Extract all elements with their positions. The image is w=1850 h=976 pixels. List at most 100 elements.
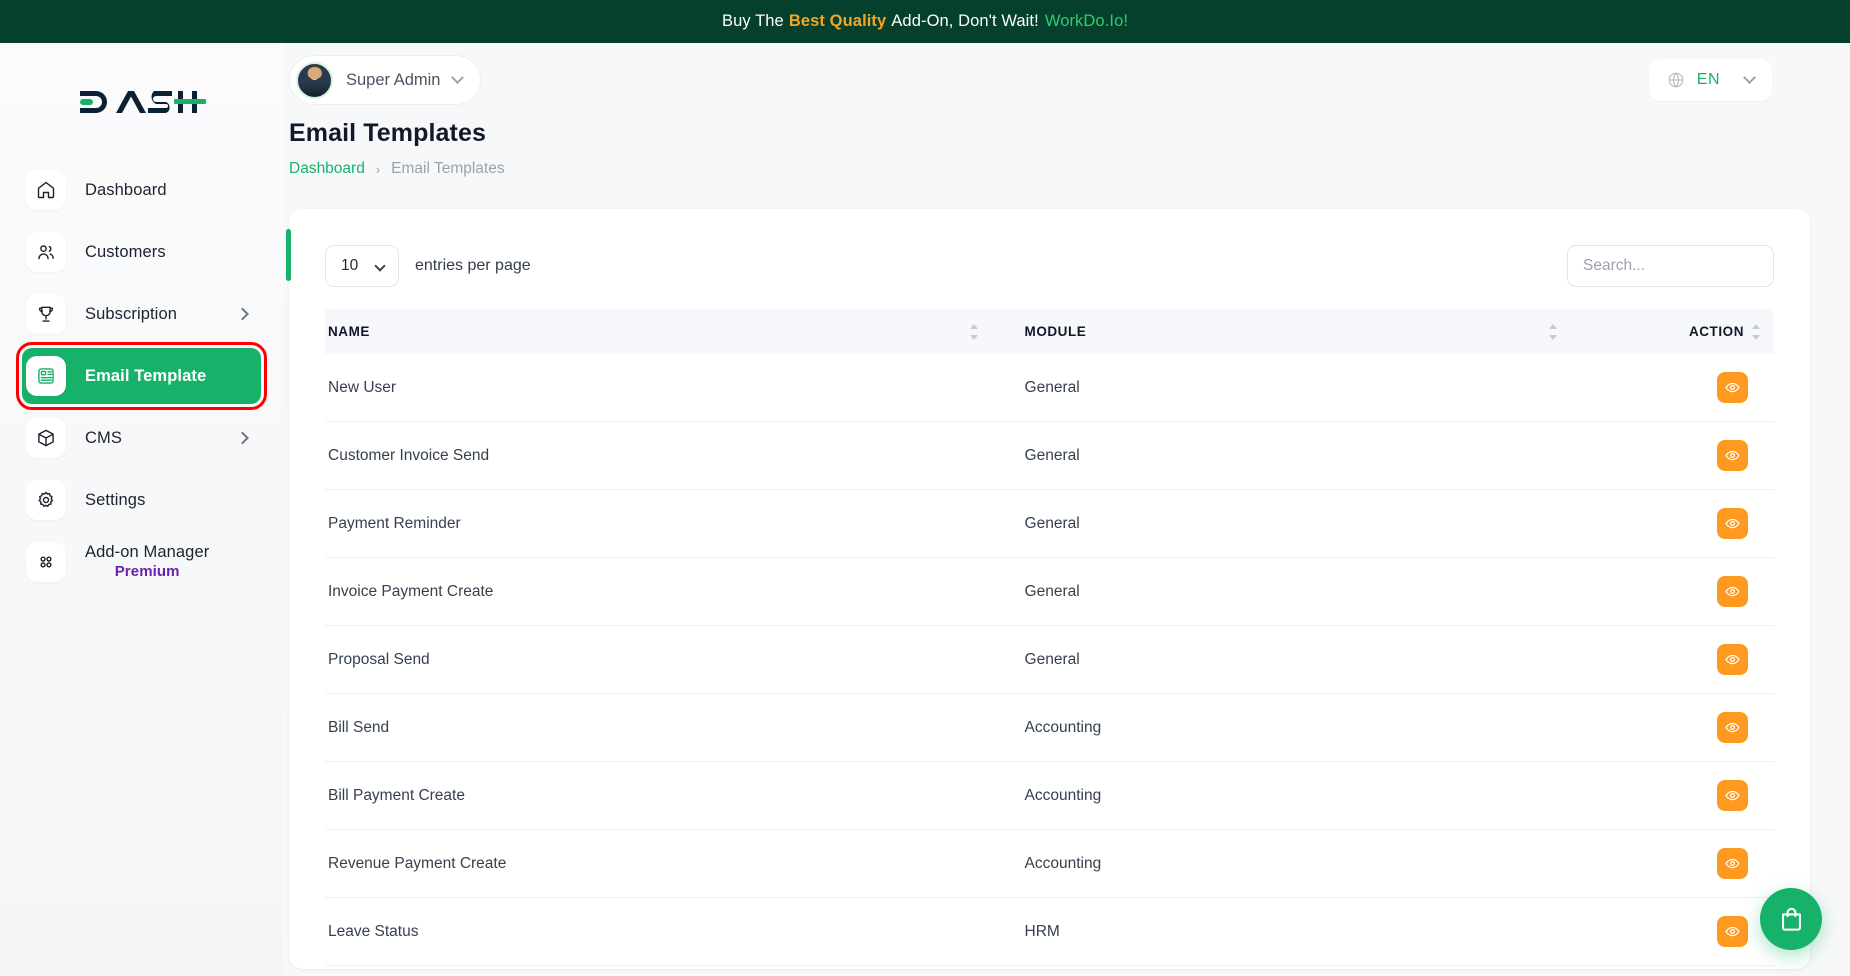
promo-prefix: Buy The bbox=[722, 12, 784, 31]
cell-name: Bill Send bbox=[325, 694, 992, 762]
table-row[interactable]: Leave Status HRM bbox=[325, 898, 1774, 966]
page-header: Email Templates Dashboard › Email Templa… bbox=[283, 117, 1810, 178]
table-row[interactable]: Proposal Send General bbox=[325, 626, 1774, 694]
chevron-down-icon bbox=[1743, 71, 1756, 84]
sidebar-item-email-template[interactable]: Email Template bbox=[22, 348, 261, 404]
sidebar-item-title: Add-on Manager bbox=[85, 543, 209, 561]
chevron-down-icon bbox=[374, 260, 385, 271]
eye-icon bbox=[1725, 448, 1740, 463]
chevron-right-icon bbox=[236, 308, 249, 321]
sidebar-item-settings[interactable]: Settings bbox=[22, 472, 261, 528]
view-button[interactable] bbox=[1717, 508, 1748, 539]
sort-icon[interactable] bbox=[970, 323, 980, 341]
grid-icon bbox=[26, 542, 66, 582]
sidebar-item-subscription[interactable]: Subscription bbox=[22, 286, 261, 342]
breadcrumb-current: Email Templates bbox=[391, 160, 504, 178]
cell-module: General bbox=[992, 354, 1572, 422]
eye-icon bbox=[1725, 924, 1740, 939]
shopping-bag-icon bbox=[1778, 906, 1805, 933]
promo-banner: Buy The Best Quality Add-On, Don't Wait!… bbox=[0, 0, 1850, 43]
eye-icon bbox=[1725, 856, 1740, 871]
entries-per-page-select[interactable]: 10 bbox=[325, 245, 399, 287]
column-header-module-label: MODULE bbox=[1025, 324, 1087, 339]
view-button[interactable] bbox=[1717, 712, 1748, 743]
cell-module: General bbox=[992, 490, 1572, 558]
cell-module: General bbox=[992, 422, 1572, 490]
cell-module: HRM bbox=[992, 966, 1572, 970]
column-header-name[interactable]: NAME bbox=[325, 309, 992, 354]
entries-per-page-label: entries per page bbox=[415, 257, 531, 275]
cell-name: Proposal Send bbox=[325, 626, 992, 694]
table-row[interactable]: New User General bbox=[325, 354, 1774, 422]
sidebar-item-customers[interactable]: Customers bbox=[22, 224, 261, 280]
avatar bbox=[296, 62, 333, 99]
cell-name: New Award bbox=[325, 966, 992, 970]
profile-menu[interactable]: Super Admin bbox=[289, 55, 481, 105]
view-button[interactable] bbox=[1717, 440, 1748, 471]
card-accent-bar bbox=[286, 229, 291, 281]
cell-module: Accounting bbox=[992, 762, 1572, 830]
eye-icon bbox=[1725, 652, 1740, 667]
view-button[interactable] bbox=[1717, 644, 1748, 675]
sidebar-item-cms[interactable]: CMS bbox=[22, 410, 261, 466]
cell-module: General bbox=[992, 558, 1572, 626]
sidebar-item-dashboard[interactable]: Dashboard bbox=[22, 162, 261, 218]
entries-group: 10 entries per page bbox=[325, 245, 531, 287]
view-button[interactable] bbox=[1717, 372, 1748, 403]
chevron-right-icon bbox=[236, 432, 249, 445]
cell-name: Revenue Payment Create bbox=[325, 830, 992, 898]
sidebar-item-label: Email Template bbox=[85, 367, 206, 386]
gear-icon bbox=[26, 480, 66, 520]
cell-name: New User bbox=[325, 354, 992, 422]
cell-module: Accounting bbox=[992, 830, 1572, 898]
eye-icon bbox=[1725, 788, 1740, 803]
cell-action bbox=[1571, 422, 1774, 490]
breadcrumb-dashboard[interactable]: Dashboard bbox=[289, 160, 365, 178]
table-row[interactable]: New Award HRM bbox=[325, 966, 1774, 970]
table-card-wrapper: 10 entries per page NAME bbox=[289, 209, 1810, 969]
cell-action bbox=[1571, 558, 1774, 626]
cell-action bbox=[1571, 490, 1774, 558]
cell-name: Customer Invoice Send bbox=[325, 422, 992, 490]
promo-highlight: Best Quality bbox=[789, 12, 886, 31]
cell-action bbox=[1571, 354, 1774, 422]
view-button[interactable] bbox=[1717, 780, 1748, 811]
view-button[interactable] bbox=[1717, 916, 1748, 947]
column-header-module[interactable]: MODULE bbox=[992, 309, 1572, 354]
table-row[interactable]: Bill Send Accounting bbox=[325, 694, 1774, 762]
cell-name: Bill Payment Create bbox=[325, 762, 992, 830]
sort-icon[interactable] bbox=[1549, 323, 1559, 341]
breadcrumb: Dashboard › Email Templates bbox=[289, 160, 1810, 178]
topbar: Super Admin EN bbox=[283, 43, 1810, 117]
table-row[interactable]: Customer Invoice Send General bbox=[325, 422, 1774, 490]
table-row[interactable]: Payment Reminder General bbox=[325, 490, 1774, 558]
profile-name: Super Admin bbox=[346, 71, 440, 90]
sidebar: Dashboard Customers bbox=[0, 43, 283, 976]
logo[interactable] bbox=[0, 67, 283, 137]
trophy-icon bbox=[26, 294, 66, 334]
language-selector[interactable]: EN bbox=[1649, 59, 1772, 101]
table-row[interactable]: Revenue Payment Create Accounting bbox=[325, 830, 1774, 898]
sidebar-item-label: Dashboard bbox=[85, 181, 167, 200]
box-icon bbox=[26, 418, 66, 458]
email-templates-table: NAME MODULE ACTION bbox=[325, 309, 1774, 969]
template-icon bbox=[26, 356, 66, 396]
table-head: NAME MODULE ACTION bbox=[325, 309, 1774, 354]
sidebar-item-addon-manager[interactable]: Add-on Manager Premium bbox=[22, 534, 261, 590]
column-header-name-label: NAME bbox=[328, 324, 370, 339]
view-button[interactable] bbox=[1717, 848, 1748, 879]
shopping-cart-fab[interactable] bbox=[1760, 888, 1822, 950]
cell-name: Invoice Payment Create bbox=[325, 558, 992, 626]
promo-link[interactable]: WorkDo.Io! bbox=[1045, 12, 1128, 31]
cell-module: HRM bbox=[992, 898, 1572, 966]
cell-action bbox=[1571, 966, 1774, 970]
search-input[interactable] bbox=[1567, 245, 1774, 287]
table-row[interactable]: Bill Payment Create Accounting bbox=[325, 762, 1774, 830]
eye-icon bbox=[1725, 380, 1740, 395]
page-title: Email Templates bbox=[289, 119, 1810, 148]
table-row[interactable]: Invoice Payment Create General bbox=[325, 558, 1774, 626]
sort-icon[interactable] bbox=[1752, 323, 1762, 341]
view-button[interactable] bbox=[1717, 576, 1748, 607]
cell-module: General bbox=[992, 626, 1572, 694]
column-header-action[interactable]: ACTION bbox=[1571, 309, 1774, 354]
